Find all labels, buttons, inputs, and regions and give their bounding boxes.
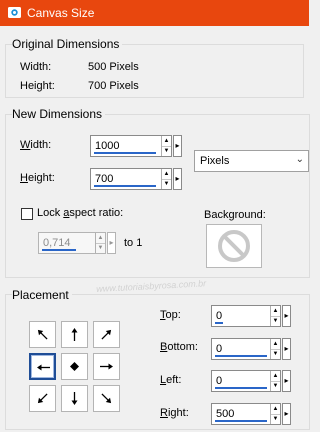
chevron-down-icon: ⌄: [295, 154, 304, 165]
width-slider-bar: [94, 152, 156, 154]
no-entry-icon: [218, 230, 250, 262]
arrow-left-icon: [37, 364, 50, 371]
right-spinner[interactable]: ▲ ▼: [270, 404, 280, 424]
anchor-up-left-button[interactable]: [29, 321, 56, 348]
aspect-flyout-button: ▸: [107, 232, 116, 254]
right-slider-bar: [215, 420, 267, 422]
center-dot-icon: [70, 362, 79, 371]
bottom-down-icon[interactable]: ▼: [271, 349, 280, 359]
bottom-input[interactable]: 0 ▲ ▼: [211, 338, 281, 360]
anchor-center-button[interactable]: [61, 353, 88, 380]
left-input[interactable]: 0 ▲ ▼: [211, 370, 281, 392]
arrow-down-right-icon: [101, 393, 112, 404]
background-label: Background:: [204, 209, 266, 221]
anchor-down-button[interactable]: [61, 385, 88, 412]
aspect-down-icon: ▼: [97, 245, 104, 251]
title-bar: Canvas Size: [0, 0, 309, 26]
aspect-ratio-value: 0,714: [43, 237, 71, 249]
height-input[interactable]: 700 ▲ ▼: [90, 168, 172, 190]
top-input[interactable]: 0 ▲ ▼: [211, 305, 281, 327]
aspect-slider-bar: [42, 249, 76, 251]
original-height-value: 700 Pixels: [88, 80, 139, 92]
units-value: Pixels: [200, 155, 230, 167]
top-value: 0: [216, 310, 223, 322]
lock-aspect-label: Lock aspect ratio:: [37, 207, 124, 219]
bottom-slider-bar: [215, 355, 267, 357]
right-value: 500: [216, 408, 235, 420]
left-down-icon[interactable]: ▼: [271, 381, 280, 391]
watermark-text: www.tutoriaisbyrosa.com.br: [96, 278, 207, 294]
anchor-down-left-button[interactable]: [29, 385, 56, 412]
left-label: Left:: [160, 374, 182, 386]
right-flyout-button[interactable]: ▸: [282, 403, 291, 425]
lock-aspect-checkbox[interactable]: [21, 208, 33, 220]
left-slider-bar: [215, 387, 267, 389]
left-value: 0: [216, 375, 223, 387]
height-slider-bar: [94, 185, 156, 187]
arrow-down-icon: [71, 392, 78, 405]
height-down-icon[interactable]: ▼: [162, 179, 171, 189]
height-spinner[interactable]: ▲ ▼: [161, 169, 171, 189]
height-value: 700: [95, 173, 114, 185]
left-flyout-button[interactable]: ▸: [282, 370, 291, 392]
anchor-down-right-button[interactable]: [93, 385, 120, 412]
top-slider-bar: [215, 322, 223, 324]
original-width-label: Width:: [20, 61, 52, 73]
placement-title: Placement: [12, 288, 72, 302]
new-dimensions-title: New Dimensions: [12, 107, 106, 121]
width-spinner[interactable]: ▲ ▼: [161, 136, 171, 156]
arrow-right-icon: [100, 363, 113, 370]
anchor-left-button[interactable]: [29, 353, 56, 380]
anchor-right-button[interactable]: [93, 353, 120, 380]
top-flyout-button[interactable]: ▸: [282, 305, 291, 327]
width-input[interactable]: 1000 ▲ ▼: [90, 135, 172, 157]
new-height-label: Height:: [20, 172, 55, 184]
top-down-icon[interactable]: ▼: [271, 316, 280, 326]
top-label: Top:: [160, 309, 181, 321]
width-down-icon[interactable]: ▼: [162, 146, 171, 156]
right-down-icon[interactable]: ▼: [271, 414, 280, 424]
window-title: Canvas Size: [27, 6, 95, 20]
width-value: 1000: [95, 140, 120, 152]
arrow-up-icon: [71, 328, 78, 341]
original-width-value: 500 Pixels: [88, 61, 139, 73]
bottom-flyout-button[interactable]: ▸: [282, 338, 291, 360]
right-label: Right:: [160, 407, 189, 419]
aspect-spinner: ▲ ▼: [95, 233, 105, 253]
aspect-to-label: to 1: [124, 237, 143, 249]
left-spinner[interactable]: ▲ ▼: [270, 371, 280, 391]
anchor-up-button[interactable]: [61, 321, 88, 348]
right-input[interactable]: 500 ▲ ▼: [211, 403, 281, 425]
top-spinner[interactable]: ▲ ▼: [270, 306, 280, 326]
aspect-ratio-input: 0,714 ▲ ▼: [38, 232, 106, 254]
anchor-up-right-button[interactable]: [93, 321, 120, 348]
arrow-down-left-icon: [37, 393, 48, 404]
original-dimensions-title: Original Dimensions: [12, 37, 123, 51]
arrow-up-left-icon: [37, 329, 48, 340]
canvas-icon: [8, 7, 21, 18]
arrow-up-right-icon: [101, 329, 112, 340]
bottom-spinner[interactable]: ▲ ▼: [270, 339, 280, 359]
bottom-label: Bottom:: [160, 341, 198, 353]
background-swatch[interactable]: [206, 224, 262, 268]
new-width-label: Width:: [20, 139, 52, 151]
units-select[interactable]: Pixels ⌄: [194, 150, 309, 172]
original-height-label: Height:: [20, 80, 55, 92]
height-flyout-button[interactable]: ▸: [173, 168, 182, 190]
bottom-value: 0: [216, 343, 223, 355]
width-flyout-button[interactable]: ▸: [173, 135, 182, 157]
